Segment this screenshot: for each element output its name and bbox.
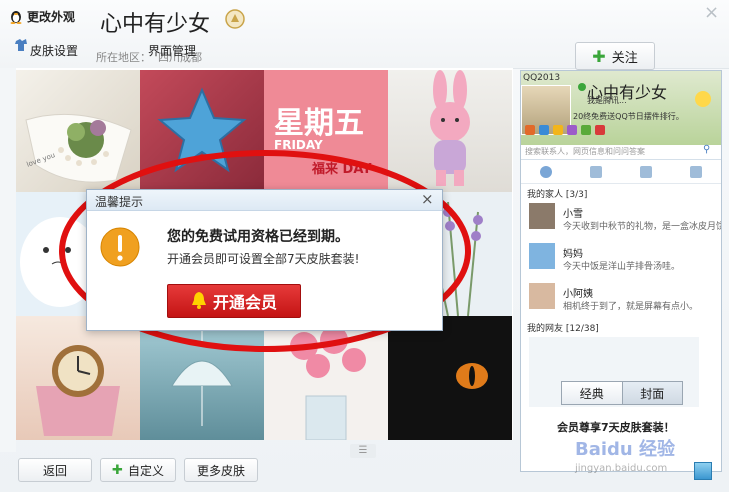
star-icon xyxy=(553,125,563,135)
preview-status-text: 我是腾讯... xyxy=(587,96,627,105)
preview-status-text-2: 20终免费送QQ节日摆件排行。 xyxy=(573,112,684,121)
back-label: 返回 xyxy=(42,463,67,478)
qq-bell-icon xyxy=(191,291,207,312)
preview-search-placeholder: 搜索联系人，网页信息和问问答案 xyxy=(525,147,645,156)
sun-icon xyxy=(691,87,715,111)
contact-name: 小阿姨 xyxy=(563,289,593,300)
contact-row[interactable]: 小雪 今天收到中秋节的礼物，是一盒冰皮月饼 xyxy=(529,203,722,233)
window-title: 更改外观 xyxy=(27,10,76,24)
contact-row[interactable]: 小阿姨 相机终于到了，就是屏幕有点小。 xyxy=(529,283,719,313)
contact-message: 相机终于到了，就是屏幕有点小。 xyxy=(563,302,699,312)
dialog-title: 温馨提示 xyxy=(95,195,144,209)
preview-tabs xyxy=(521,161,721,184)
mail-icon xyxy=(525,125,535,135)
dialog-message: 开通会员即可设置全部7天皮肤套装! xyxy=(167,252,360,266)
custom-button[interactable]: ✚ 自定义 xyxy=(100,458,176,482)
activate-membership-label: 开通会员 xyxy=(212,293,277,312)
member-note: 会员尊享7天皮肤套装！ xyxy=(557,421,675,434)
profile-nickname: 心中有少女 xyxy=(100,12,211,37)
contact-avatar xyxy=(529,283,555,309)
level-badge-icon xyxy=(224,8,246,30)
discuss-tab-icon[interactable] xyxy=(640,166,652,178)
baidu-watermark: Baidu 经验 jingyan.baidu.com xyxy=(575,435,715,485)
title-bar: 更改外观 心中有少女 所在地区： 四川成都 皮肤设置 界面管理 ✚ 关注 × xyxy=(0,0,729,70)
drawer-handle-icon[interactable]: ☰ xyxy=(350,444,376,458)
preview-toolbar-icons xyxy=(525,125,717,137)
activate-membership-button[interactable]: 开通会员 xyxy=(167,284,301,318)
skin-settings-icon xyxy=(14,38,28,52)
window-close-icon[interactable]: × xyxy=(704,2,719,23)
menu-skin-settings[interactable]: 皮肤设置 xyxy=(30,42,78,59)
contact-row[interactable]: 妈妈 今天中饭是洋山芋排骨汤哇。 xyxy=(529,243,719,273)
custom-label: 自定义 xyxy=(127,463,164,478)
follow-label: 关注 xyxy=(611,50,638,66)
preview-mode-switch: 经典 封面 xyxy=(561,381,683,405)
preview-header: QQ2013 心中有少女 我是腾讯... 20终免费送QQ节日摆件排行。 xyxy=(521,71,721,145)
warning-icon xyxy=(99,226,141,268)
qq-preview-panel: QQ2013 心中有少女 我是腾讯... 20终免费送QQ节日摆件排行。 搜索联… xyxy=(520,70,722,472)
watermark-url: jingyan.baidu.com xyxy=(575,463,668,474)
online-status-icon xyxy=(577,81,587,91)
follow-button[interactable]: ✚ 关注 xyxy=(575,42,655,70)
contact-name: 小雪 xyxy=(563,209,583,220)
contacts-tab-icon[interactable] xyxy=(540,166,552,178)
contact-message: 今天收到中秋节的礼物，是一盒冰皮月饼 xyxy=(563,222,722,232)
friday-title: 星期五 xyxy=(274,106,364,141)
dialog-close-icon[interactable]: × xyxy=(421,190,434,208)
dialog-heading: 您的免费试用资格已经到期。 xyxy=(167,229,349,245)
groups-tab-icon[interactable] xyxy=(590,166,602,178)
expired-trial-dialog: 温馨提示 × 您的免费试用资格已经到期。 开通会员即可设置全部7天皮肤套装! 开… xyxy=(86,189,443,331)
search-icon: ⚲ xyxy=(703,144,711,155)
plus-icon: ✚ xyxy=(112,462,123,478)
preview-app-name: QQ2013 xyxy=(523,73,561,83)
contact-name: 妈妈 xyxy=(563,249,583,260)
watermark-brand: Baidu 经验 xyxy=(575,439,676,460)
group-family[interactable]: 我的家人 [3/3] xyxy=(527,187,587,200)
tab-cover[interactable]: 封面 xyxy=(622,382,682,404)
contact-message: 今天中饭是洋山芋排骨汤哇。 xyxy=(563,262,681,272)
recent-tab-icon[interactable] xyxy=(690,166,702,178)
back-button[interactable]: 返回 xyxy=(18,458,92,482)
gift-icon xyxy=(595,125,605,135)
contact-avatar xyxy=(529,243,555,269)
dialog-title-bar: 温馨提示 × xyxy=(87,190,442,211)
tab-classic[interactable]: 经典 xyxy=(562,382,623,404)
location-label: 所在地区： xyxy=(96,51,151,64)
qzone-icon xyxy=(539,125,549,135)
left-edge xyxy=(0,68,16,452)
more-skins-label: 更多皮肤 xyxy=(196,463,245,478)
contact-avatar xyxy=(529,203,555,229)
group-netfriends[interactable]: 我的网友 [12/38] xyxy=(527,321,599,334)
menu-interface-management[interactable]: 界面管理 xyxy=(148,42,196,59)
qq-penguin-icon xyxy=(8,8,24,24)
plus-icon: ✚ xyxy=(592,46,606,66)
more-skins-button[interactable]: 更多皮肤 xyxy=(184,458,258,482)
change-appearance-window: 更改外观 心中有少女 所在地区： 四川成都 皮肤设置 界面管理 ✚ 关注 × l… xyxy=(0,0,729,492)
game-icon xyxy=(581,125,591,135)
bag-icon xyxy=(567,125,577,135)
preview-search-bar[interactable]: 搜索联系人，网页信息和问问答案 ⚲ xyxy=(521,144,721,160)
